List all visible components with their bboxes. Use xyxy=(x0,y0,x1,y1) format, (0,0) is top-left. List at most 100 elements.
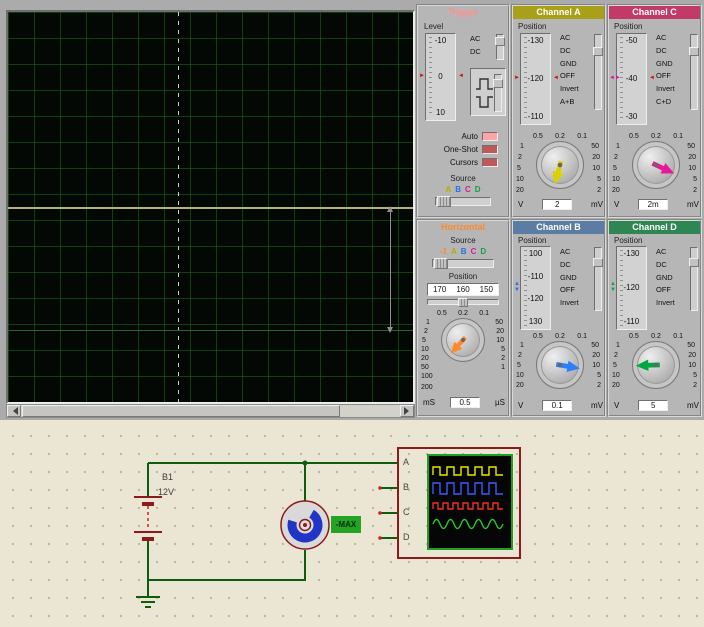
coupling-option: AC xyxy=(560,246,592,259)
knob-scale-label: 100 xyxy=(421,373,433,380)
trigger-level-slider[interactable]: -10 0 10 xyxy=(425,33,456,121)
channel-c-coupling-slider[interactable] xyxy=(690,34,698,110)
channel-d-position-slider[interactable]: -130 -120 -110 xyxy=(616,246,647,330)
battery-value-label[interactable]: 12V xyxy=(158,487,174,497)
coupling-slider-thumb[interactable] xyxy=(593,47,603,56)
knob-scale-label: 20 xyxy=(592,154,600,161)
channel-b-position-slider[interactable]: 100 -110 -120 130 xyxy=(520,246,551,330)
scope-pin-label-b: B xyxy=(403,482,409,492)
horizontal-position-display[interactable]: 170 160 150 xyxy=(427,283,499,296)
scope-pin-label-a: A xyxy=(403,457,409,467)
coupling-option: GND xyxy=(656,272,688,285)
channel-b-title: Channel B xyxy=(513,221,604,234)
scrollbar-thumb[interactable] xyxy=(22,405,340,417)
knob-scale-label: 20 xyxy=(688,154,696,161)
knob-scale-label: 2 xyxy=(518,352,522,359)
coupling-slider-thumb[interactable] xyxy=(495,37,505,46)
battery-component[interactable] xyxy=(134,497,162,539)
knob-scale-label: 2 xyxy=(693,187,697,194)
knob-scale-label: 0.5 xyxy=(629,333,639,340)
coupling-option: A+B xyxy=(560,96,592,109)
channel-d-coupling-slider[interactable] xyxy=(690,247,698,311)
trigger-coupling-slider[interactable] xyxy=(496,34,504,60)
knob-scale-label: 5 xyxy=(693,372,697,379)
channel-d-gain-value: 5 xyxy=(638,400,668,411)
scroll-right-button[interactable] xyxy=(400,405,414,417)
source-slider-thumb[interactable] xyxy=(434,258,448,269)
knob-scale-label: 2 xyxy=(424,328,428,335)
trigger-panel: Trigger Level -10 0 10 ► ◄ AC DC Auto On… xyxy=(416,4,510,218)
trigger-edge-selector[interactable] xyxy=(470,68,506,116)
trigger-source-slider[interactable] xyxy=(435,197,491,206)
knob-pointer xyxy=(532,137,588,193)
channel-a-scale-row: V 2 mV xyxy=(518,199,603,210)
auto-button[interactable] xyxy=(482,132,498,141)
coupling-option: OFF xyxy=(560,70,592,83)
channel-a-panel: Channel A Position -130 -120 -110 ► ◄ AC… xyxy=(511,4,606,218)
position-label: Position xyxy=(518,236,546,245)
measurement-cursor[interactable] xyxy=(390,208,391,331)
coupling-slider-thumb[interactable] xyxy=(689,47,699,56)
channel-c-gain-knob[interactable] xyxy=(632,141,680,189)
trace-secondary xyxy=(8,330,413,331)
coupling-option: Invert xyxy=(560,297,592,310)
coupling-option: Invert xyxy=(656,83,688,96)
knob-scale-label: 5 xyxy=(517,165,521,172)
coupling-option: DC xyxy=(560,45,592,58)
coupling-slider-thumb[interactable] xyxy=(593,258,603,267)
scroll-left-button[interactable] xyxy=(7,405,21,417)
source-channel-c: C xyxy=(465,185,471,194)
position-label: Position xyxy=(614,236,642,245)
ground-symbol[interactable] xyxy=(136,597,160,607)
motor-component[interactable] xyxy=(281,501,329,549)
one-shot-button[interactable] xyxy=(482,145,498,154)
channel-b-gain-knob[interactable] xyxy=(536,341,584,389)
channel-a-coupling-slider[interactable] xyxy=(594,34,602,110)
timebase-value: 0.5 xyxy=(450,397,480,408)
position-value: -120 xyxy=(521,75,550,83)
timebase-knob[interactable] xyxy=(441,318,485,362)
knob-scale-label: 0.5 xyxy=(629,133,639,140)
knob-scale-label: 0.1 xyxy=(479,310,489,317)
position-cursor-right-icon: ◄ xyxy=(553,75,559,81)
coupling-option: OFF xyxy=(560,284,592,297)
channel-d-panel: Channel D Position -130 -120 -110 ▲▼ AC … xyxy=(607,219,702,417)
edge-slider-thumb[interactable] xyxy=(493,79,503,88)
channel-c-coupling-labels: AC DC GND OFF Invert C+D xyxy=(656,32,688,109)
channel-c-title: Channel C xyxy=(609,6,700,19)
edge-slider[interactable] xyxy=(494,74,502,112)
channel-b-coupling-labels: AC DC GND OFF Invert xyxy=(560,246,592,310)
knob-scale-label: 5 xyxy=(597,176,601,183)
position-value: 170 xyxy=(433,285,446,294)
battery-ref-label[interactable]: B1 xyxy=(162,472,173,482)
schematic-canvas[interactable]: B1 12V -MAX A B C D xyxy=(0,420,704,627)
position-value: -40 xyxy=(617,75,646,83)
horizontal-source-slider[interactable] xyxy=(432,259,494,268)
knob-scale-label: 2 xyxy=(693,382,697,389)
unit-left: V xyxy=(518,401,523,410)
source-channel-d: D xyxy=(475,185,481,194)
oscilloscope-component[interactable] xyxy=(378,448,520,558)
channel-d-title: Channel D xyxy=(609,221,700,234)
coupling-option: DC xyxy=(470,46,492,59)
coupling-option: GND xyxy=(560,272,592,285)
unit-left: V xyxy=(614,200,619,209)
channel-b-coupling-slider[interactable] xyxy=(594,247,602,311)
coupling-option: AC xyxy=(656,246,688,259)
screen-hscrollbar[interactable] xyxy=(6,404,415,418)
source-channel-c: C xyxy=(471,247,477,256)
motor-readout-badge: -MAX xyxy=(331,516,361,533)
knob-scale-label: 2 xyxy=(597,382,601,389)
position-slider-thumb[interactable] xyxy=(458,298,468,307)
source-slider-thumb[interactable] xyxy=(437,196,451,207)
coupling-option: DC xyxy=(656,259,688,272)
coupling-slider-thumb[interactable] xyxy=(689,258,699,267)
channel-a-gain-knob[interactable] xyxy=(536,141,584,189)
horizontal-position-slider[interactable] xyxy=(427,299,499,305)
cursors-button[interactable] xyxy=(482,158,498,167)
position-cursor-left-icon: ▲▼ xyxy=(610,281,617,293)
coupling-option: OFF xyxy=(656,284,688,297)
channel-a-position-slider[interactable]: -130 -120 -110 xyxy=(520,33,551,125)
trigger-source-channels: A B C D xyxy=(418,185,508,194)
channel-d-gain-knob[interactable] xyxy=(632,341,680,389)
